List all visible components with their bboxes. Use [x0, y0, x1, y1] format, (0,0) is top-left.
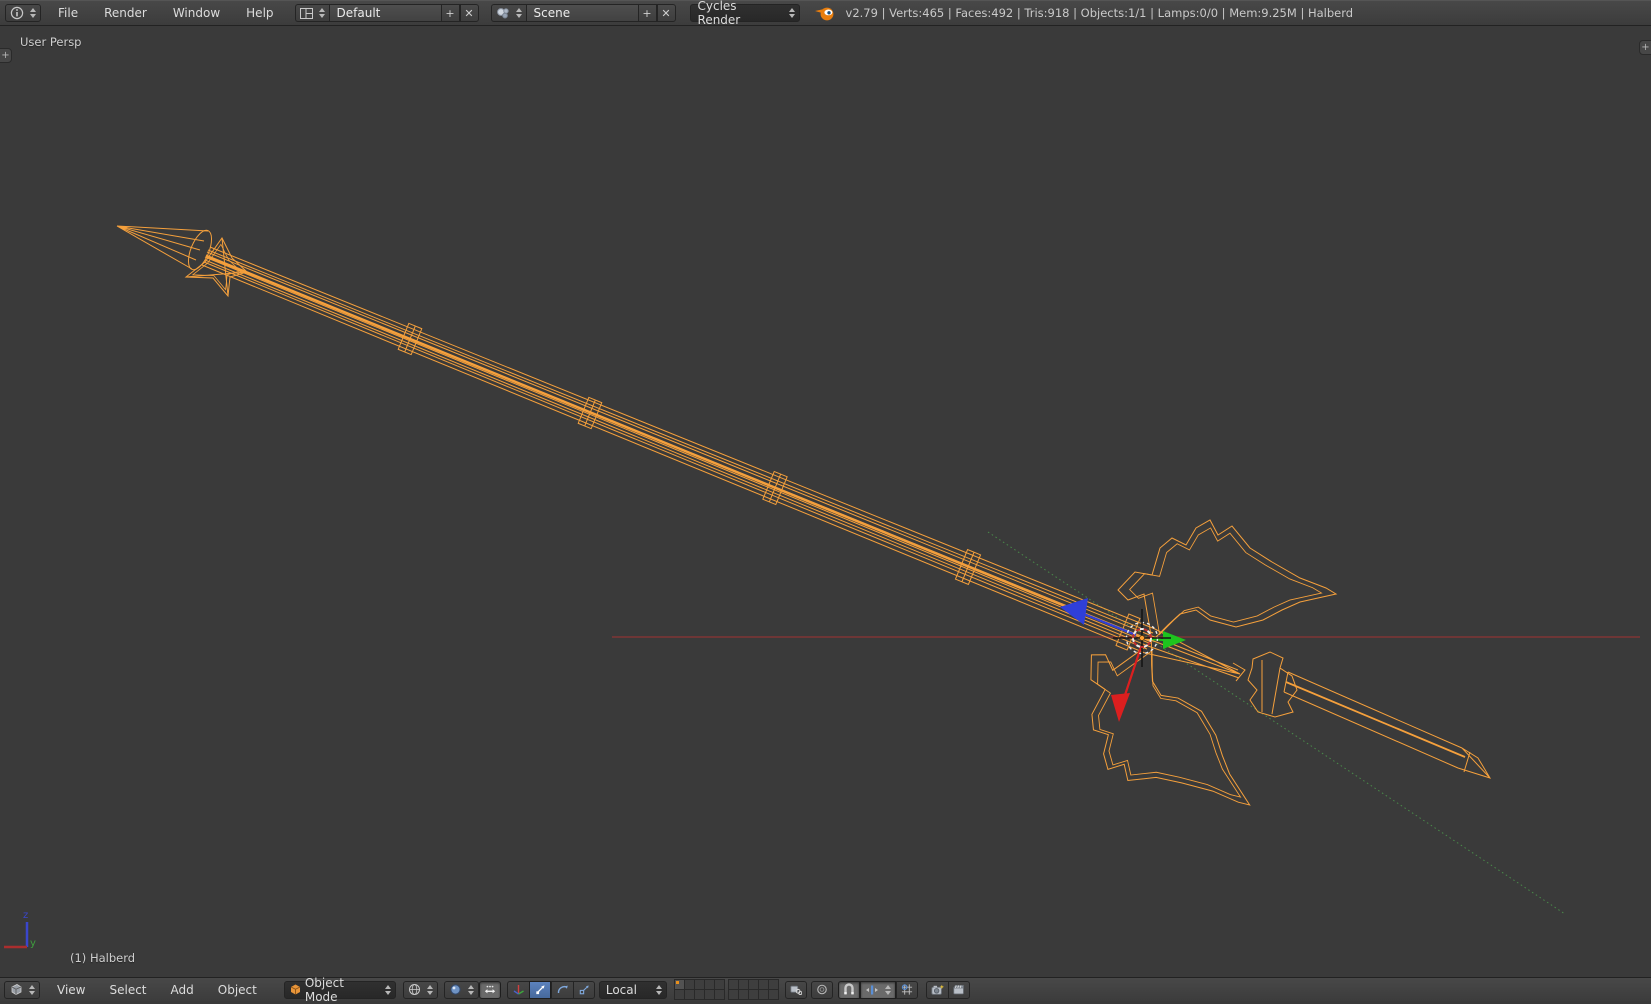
layout-name-field[interactable]: Default [328, 4, 441, 22]
lock-to-scene-toggle[interactable] [784, 980, 807, 999]
scene-name-field[interactable]: Scene [525, 4, 638, 22]
layout-add-button[interactable]: + [440, 4, 460, 22]
blender-logo-icon [814, 7, 833, 21]
layout-close-button[interactable]: ✕ [459, 4, 479, 22]
scene-icon [496, 8, 509, 19]
view-name-label: User Persp [20, 35, 82, 49]
editor-select-arrows-icon [30, 8, 36, 18]
orientation-arrows-icon [655, 984, 662, 995]
menu-add[interactable]: Add [162, 983, 203, 997]
shading-globe-icon [408, 984, 420, 995]
cursor-3d[interactable] [1113, 609, 1171, 667]
opengl-render-image-button[interactable] [925, 980, 948, 999]
view3d-editor-icon [11, 984, 22, 995]
axe-lower-wing [1041, 618, 1284, 859]
lock-camera-icon [790, 985, 802, 995]
grid-floor-axes [612, 531, 1640, 915]
menu-render[interactable]: Render [95, 6, 156, 20]
editor-select-arrows-icon [29, 984, 35, 995]
object-origin-dot [1139, 635, 1145, 641]
info-icon [10, 6, 24, 20]
scale-icon [579, 985, 589, 995]
menu-object[interactable]: Object [209, 983, 266, 997]
scene-statistics: v2.79 | Verts:465 | Faces:492 | Tris:918… [845, 6, 1354, 20]
center-points-arrows-icon [484, 985, 495, 993]
orientation-value: Local [605, 982, 637, 997]
menu-select[interactable]: Select [100, 983, 155, 997]
engine-arrows-icon [788, 8, 795, 18]
layer-grid [674, 979, 780, 1000]
opengl-render-buttons [925, 980, 970, 999]
camera-render-icon [931, 984, 944, 995]
mode-select[interactable]: Object Mode [283, 976, 396, 1004]
manipulator-buttons [506, 980, 595, 999]
manipulator-enable-toggle[interactable] [506, 980, 529, 999]
manipulator-scale-button[interactable] [572, 980, 595, 999]
scene-arrows-icon [515, 8, 522, 18]
proportional-edit-toggle[interactable] [810, 980, 833, 999]
layer-cell[interactable] [714, 989, 726, 1000]
menu-window[interactable]: Window [164, 6, 229, 20]
magnet-icon [844, 983, 854, 995]
pivot-point-icon [450, 984, 461, 995]
pivot-arrows-icon [467, 984, 474, 995]
snap-controls [837, 980, 918, 999]
layer-cell[interactable] [768, 989, 780, 1000]
gizmo-z-label: z [23, 910, 28, 921]
render-engine-select[interactable]: Cycles Render [689, 0, 800, 27]
active-object-label: (1) Halberd [70, 951, 136, 965]
mode-value: Object Mode [304, 975, 344, 1004]
snap-toggle[interactable] [837, 980, 860, 999]
info-header: File Render Window Help Default + ✕ Scen… [0, 0, 1651, 27]
window-layout-icon [299, 7, 313, 19]
opengl-render-animation-button[interactable] [947, 980, 970, 999]
proportional-circle-icon [817, 984, 827, 995]
viewport-3d[interactable]: z y User Persp (1) Halberd + + [0, 26, 1651, 977]
scene-add-button[interactable]: + [637, 4, 657, 22]
manipulator-x-arrow[interactable] [1111, 693, 1130, 722]
layer-group-2 [728, 979, 780, 1000]
object-mode-cube-icon [290, 984, 301, 995]
properties-expand-button[interactable]: + [1639, 40, 1651, 55]
blender-window: { "colors": { "wireframe": "#f5a03c", "g… [0, 0, 1651, 1004]
manipulate-center-points-toggle[interactable] [478, 980, 501, 999]
halberd-wireframe[interactable] [116, 225, 1492, 859]
snap-increment-icon [865, 985, 878, 994]
scene-browse-button[interactable] [490, 4, 526, 22]
rotate-icon [557, 985, 568, 994]
scene-selector: Scene + ✕ [490, 4, 676, 22]
mode-arrows-icon [384, 984, 391, 995]
manipulator-y-arrow[interactable] [1163, 631, 1186, 649]
scene-close-button[interactable]: ✕ [656, 4, 676, 22]
editor-type-button-3dview[interactable] [4, 980, 40, 999]
manipulator-rotate-button[interactable] [550, 980, 573, 999]
editor-type-button-info[interactable] [5, 4, 41, 22]
clapperboard-icon [952, 985, 964, 995]
axis-mini-gizmo: z y [4, 910, 36, 949]
manipulator-translate-button[interactable] [528, 980, 551, 999]
layout-arrows-icon [318, 8, 325, 18]
menu-view[interactable]: View [48, 983, 94, 997]
layout-browse-button[interactable] [294, 4, 329, 22]
snap-grid-icon [901, 984, 912, 995]
shading-arrows-icon [426, 984, 433, 995]
menu-file[interactable]: File [49, 6, 87, 20]
viewport-canvas: z y [4, 225, 1640, 949]
pivot-point-select[interactable] [443, 980, 479, 999]
translate-icon [536, 985, 545, 995]
layer-objects-dot [676, 981, 680, 984]
gizmo-y-label: y [30, 938, 36, 949]
manipulator-axes-icon [513, 985, 524, 995]
transform-orientation-select[interactable]: Local [598, 980, 667, 999]
view3d-header: View Select Add Object Object Mode Local [0, 976, 1651, 1004]
snap-target-button[interactable] [895, 980, 918, 999]
viewport-shading-select[interactable] [402, 980, 438, 999]
layer-group-1 [674, 979, 726, 1000]
screen-layout-selector: Default + ✕ [294, 4, 479, 22]
toolshelf-expand-button[interactable]: + [0, 48, 12, 63]
menu-help[interactable]: Help [237, 6, 282, 20]
snap-element-select[interactable] [859, 980, 896, 999]
snap-arrows-icon [884, 984, 891, 995]
render-engine-value: Cycles Render [697, 0, 741, 27]
